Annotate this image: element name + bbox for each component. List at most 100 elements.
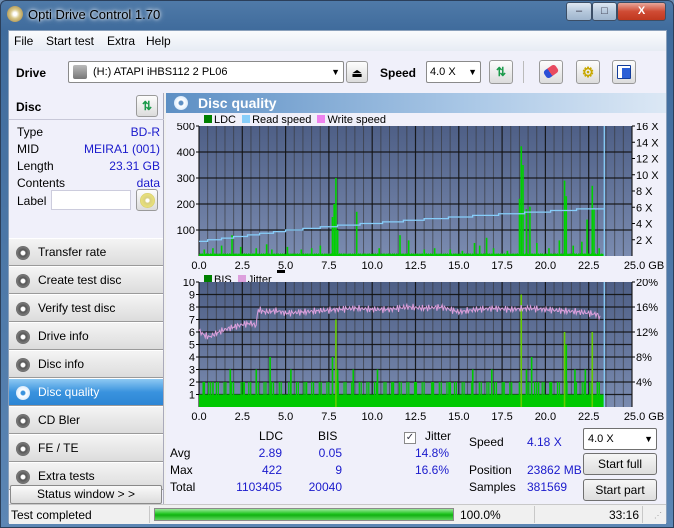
ldc-bar <box>520 146 523 256</box>
ldc-bar <box>286 246 289 256</box>
bis-bar <box>509 382 511 395</box>
ldc-bar <box>572 245 575 256</box>
bis-bar <box>400 382 402 395</box>
bis-bar <box>373 382 376 395</box>
bis-bar <box>537 382 540 407</box>
bis-chart: 12345678910 4% 8% 12% 16% 20% 0.0 2.5 5.0 7.5 10.0… <box>183 279 664 423</box>
bis-bar <box>543 382 545 395</box>
nav-transfer-rate[interactable]: Transfer rate <box>9 238 163 266</box>
nav-disc-quality[interactable]: Disc quality <box>9 378 163 406</box>
menu-extra[interactable]: Extra <box>107 34 135 48</box>
bis-bar <box>463 382 465 395</box>
erase-button[interactable] <box>539 60 563 84</box>
bis-bar <box>272 382 275 395</box>
maximize-button[interactable]: □ <box>592 2 617 21</box>
test-speed-value: 4.0 X <box>588 433 614 445</box>
title-bar[interactable]: Opti Drive Control 1.70 – □ X <box>1 1 673 29</box>
disc-label-button[interactable] <box>136 189 158 211</box>
status-window-button[interactable]: Status window > > <box>10 485 162 504</box>
disc-quality-panel: Disc quality LDC Read speed Write speed … <box>166 93 666 504</box>
nav-verify-test-disc[interactable]: Verify test disc <box>9 294 163 322</box>
bis-bar <box>461 382 463 395</box>
nav-create-test-disc[interactable]: Create test disc <box>9 266 163 294</box>
refresh-button[interactable]: ⇅ <box>489 60 513 84</box>
y2-tick-label: 12 X <box>636 154 659 166</box>
bis-bar <box>326 382 328 395</box>
y-tick-label: 300 <box>177 173 195 185</box>
ldc-bar <box>407 240 410 256</box>
resize-grip-icon[interactable]: ⋰ <box>654 511 662 520</box>
bis-bar <box>271 382 273 395</box>
y2-tick-label: 8 X <box>636 186 653 198</box>
save-button[interactable] <box>612 60 636 84</box>
settings-icon: ⚙ <box>581 64 595 80</box>
status-text: Test completed <box>11 508 92 522</box>
minimize-button[interactable]: – <box>566 2 592 21</box>
disc-length-value: 23.31 GB <box>109 159 160 173</box>
bis-bar <box>421 382 423 395</box>
bis-bar <box>295 382 298 395</box>
x-tick-label: 2.5 <box>235 411 250 423</box>
bis-bar <box>383 382 385 395</box>
menu-help[interactable]: Help <box>146 34 171 48</box>
start-part-button[interactable]: Start part <box>583 479 657 501</box>
disc-tool-icon <box>16 246 30 260</box>
bis-bar <box>318 382 320 395</box>
bis-bar <box>488 382 490 395</box>
y-tick-label: 2 <box>189 377 195 389</box>
ldc-bar <box>492 248 495 256</box>
ldc-bar <box>203 249 206 256</box>
bis-bar <box>398 382 400 395</box>
chevron-down-icon: ▼ <box>331 67 340 77</box>
y-tick-label: 5 <box>189 340 195 352</box>
ldc-bar <box>265 244 268 256</box>
ldc-bar <box>378 248 381 256</box>
x-tick-label: 22.5 <box>578 411 599 423</box>
bis-bar <box>501 382 503 395</box>
disc-tool-icon <box>16 274 30 288</box>
disc-type-value: BD-R <box>130 125 160 139</box>
x-tick-label: 20.0 <box>535 260 556 272</box>
speed-select[interactable]: 4.0 X ▼ <box>426 61 481 83</box>
label-input[interactable] <box>51 190 131 210</box>
y-tick-label: 400 <box>177 147 195 159</box>
ldc-bar <box>433 248 436 256</box>
drive-select[interactable]: (H:) ATAPI iHBS112 2 PL06 ▼ <box>68 61 344 83</box>
bis-bar <box>311 382 313 395</box>
disc-refresh-button[interactable]: ⇅ <box>136 95 158 117</box>
nav-fe-te[interactable]: FE / TE <box>9 434 163 462</box>
bis-bar <box>305 382 308 407</box>
test-speed-select[interactable]: 4.0 X ▼ <box>583 428 657 450</box>
position-value: 23862 MB <box>527 463 582 477</box>
nav-disc-info[interactable]: Disc info <box>9 350 163 378</box>
y-tick-label: 6 <box>189 327 195 339</box>
app-window: Opti Drive Control 1.70 – □ X File Start… <box>0 0 674 528</box>
close-button[interactable]: X <box>617 2 666 21</box>
bis-bar <box>408 382 410 395</box>
x-tick-label: 25.0 GB <box>624 411 664 423</box>
x-tick-label: 7.5 <box>321 411 336 423</box>
bis-bar <box>414 382 417 407</box>
jitter-checkbox[interactable]: ✓ <box>404 429 416 444</box>
chevron-down-icon: ▼ <box>468 67 477 77</box>
bis-bar <box>278 382 280 395</box>
bis-bar <box>343 382 345 395</box>
drive-select-value: (H:) ATAPI iHBS112 2 PL06 <box>93 66 228 78</box>
bis-bar <box>208 382 210 395</box>
bis-bar <box>215 382 218 395</box>
menu-file[interactable]: File <box>14 34 33 48</box>
start-full-button[interactable]: Start full <box>583 453 657 475</box>
nav-drive-info[interactable]: Drive info <box>9 322 163 350</box>
bis-bar <box>535 382 538 395</box>
menu-start-test[interactable]: Start test <box>46 34 94 48</box>
eject-button[interactable]: ⏏ <box>346 61 368 83</box>
y2-tick-label: 8% <box>636 352 652 364</box>
bis-bar <box>392 382 394 407</box>
settings-button[interactable]: ⚙ <box>576 60 600 84</box>
refresh-icon: ⇅ <box>495 65 507 79</box>
bis-bar <box>432 382 434 407</box>
bis-bar <box>366 382 368 395</box>
bis-bar <box>240 382 242 395</box>
nav-cd-bler[interactable]: CD Bler <box>9 406 163 434</box>
bis-bar <box>232 382 235 395</box>
